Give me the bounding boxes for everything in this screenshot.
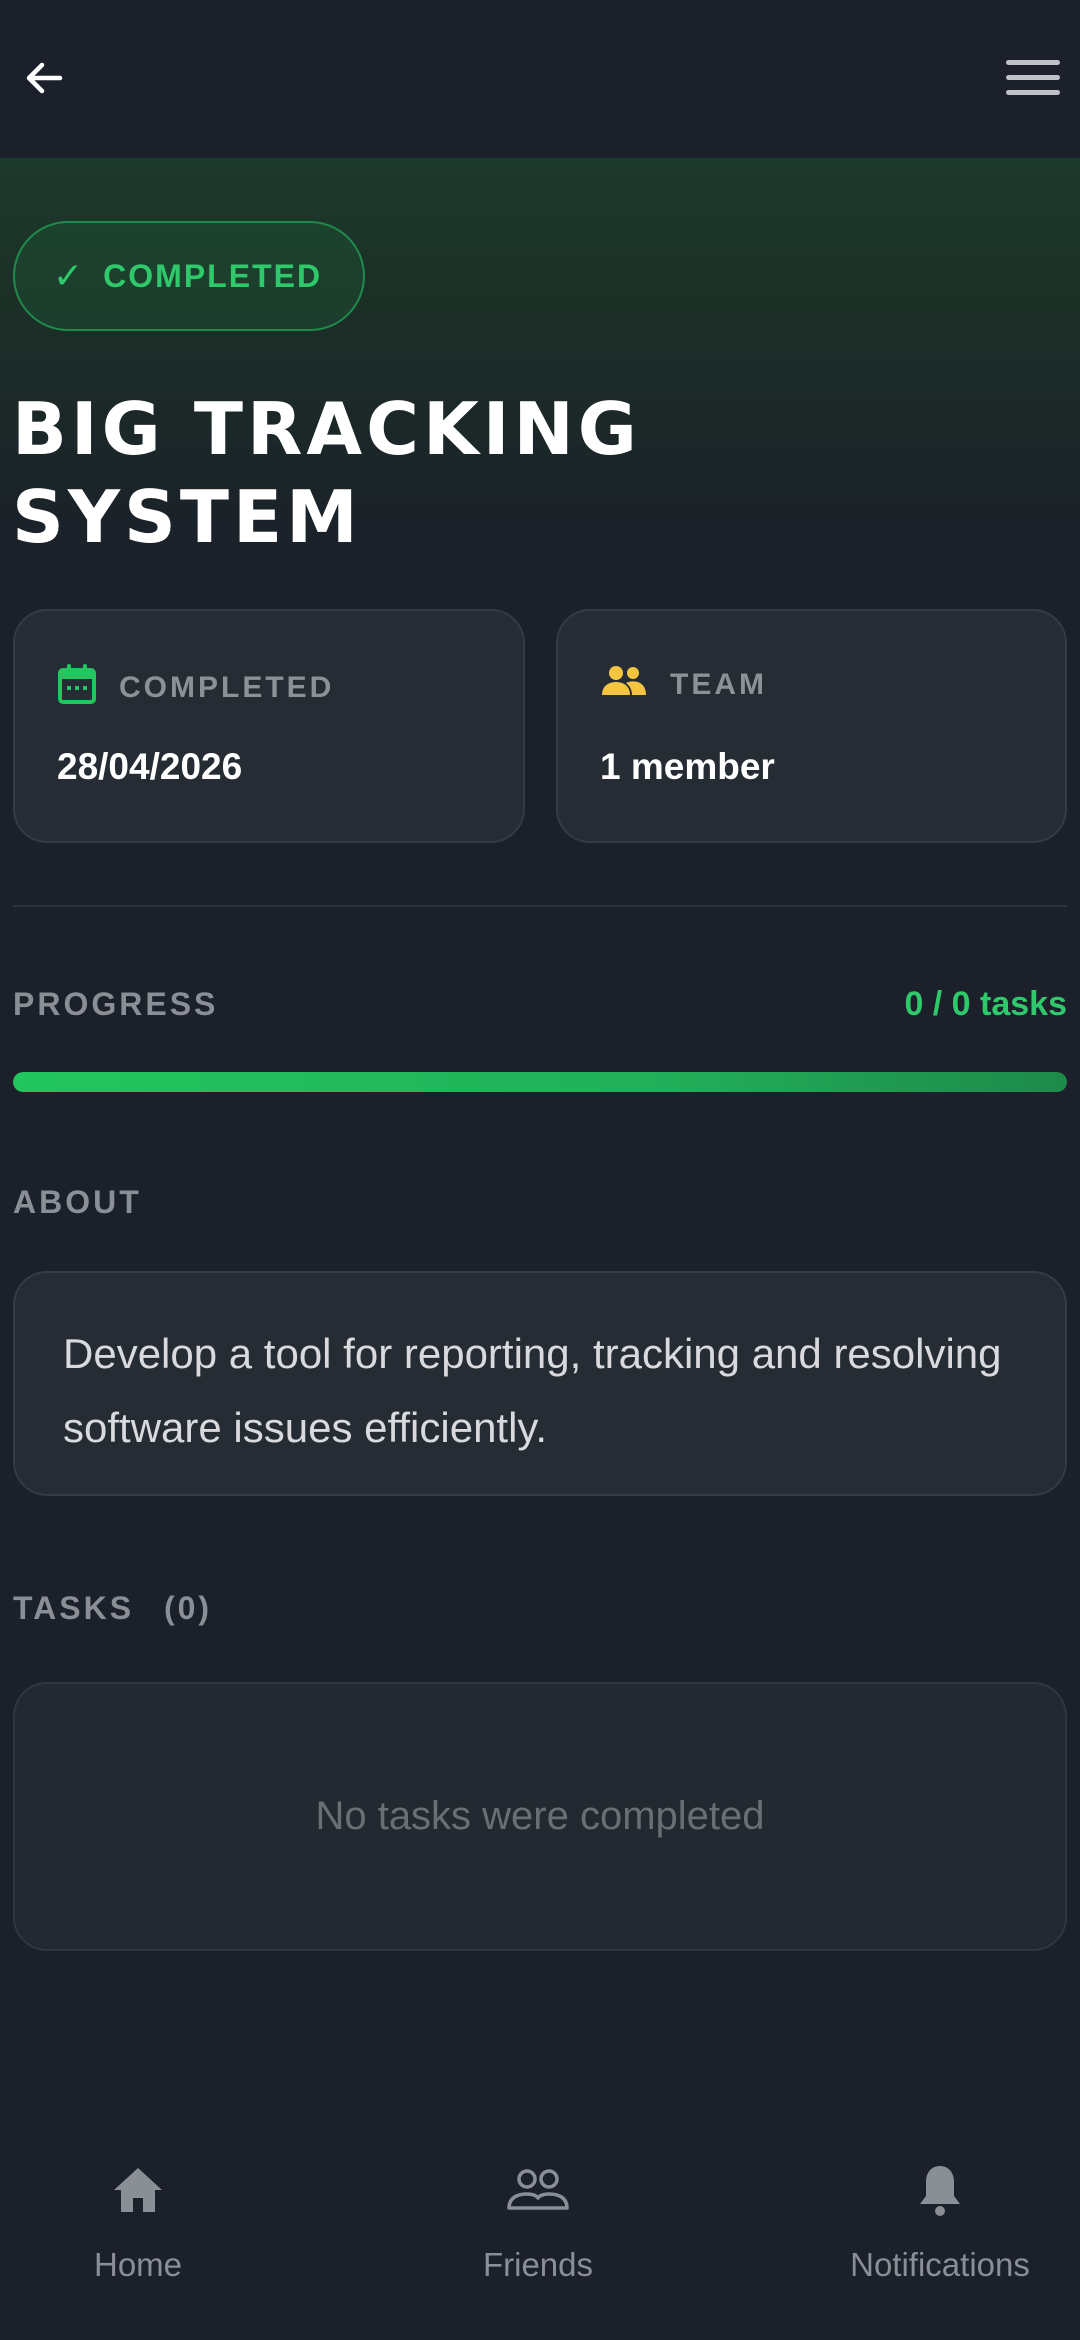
- project-title: BIG TRACKING SYSTEM: [12, 387, 641, 559]
- arrow-left-icon: [20, 54, 68, 107]
- back-button[interactable]: [14, 50, 74, 110]
- nav-home[interactable]: Home: [78, 2160, 198, 2300]
- completed-date-value: 28/04/2026: [57, 746, 243, 787]
- people-icon: [600, 663, 648, 707]
- nav-home-label: Home: [93, 2246, 183, 2283]
- hamburger-menu-icon: [1004, 56, 1062, 105]
- top-app-bar: [0, 0, 1080, 158]
- tasks-count: (0): [163, 1590, 213, 1626]
- progress-bar-fill: [13, 1072, 1067, 1092]
- friends-icon: [506, 2166, 570, 2219]
- tasks-heading: TASKS (0): [13, 1590, 212, 1627]
- nav-notifications[interactable]: Notifications: [830, 2160, 1050, 2300]
- team-card: TEAM 1 member: [556, 609, 1067, 843]
- section-divider: [13, 905, 1067, 907]
- nav-friends[interactable]: Friends: [468, 2160, 608, 2300]
- team-label: TEAM: [670, 668, 767, 701]
- completed-label: COMPLETED: [119, 671, 335, 704]
- nav-notifications-label: Notifications: [850, 2246, 1030, 2283]
- progress-bar: [13, 1072, 1067, 1092]
- status-badge: ✓ COMPLETED: [13, 221, 365, 331]
- bell-icon: [914, 2162, 966, 2223]
- team-value: 1 member: [600, 746, 775, 787]
- tasks-label: TASKS: [13, 1590, 135, 1626]
- nav-friends-label: Friends: [482, 2246, 594, 2283]
- completed-date-card: COMPLETED 28/04/2026: [13, 609, 525, 843]
- tasks-empty-text: No tasks were completed: [315, 1794, 765, 1838]
- home-icon: [110, 2164, 166, 2221]
- menu-button[interactable]: [1000, 50, 1066, 110]
- status-label: COMPLETED: [103, 257, 323, 294]
- check-icon: ✓: [53, 255, 86, 296]
- progress-count: 0 / 0 tasks: [904, 985, 1067, 1023]
- calendar-icon: [57, 663, 97, 713]
- about-label: ABOUT: [13, 1184, 142, 1220]
- tasks-empty-card: No tasks were completed: [13, 1682, 1067, 1951]
- progress-label: PROGRESS: [13, 986, 219, 1022]
- about-text: Develop a tool for reporting, tracking a…: [63, 1330, 1002, 1451]
- about-card: Develop a tool for reporting, tracking a…: [13, 1271, 1067, 1496]
